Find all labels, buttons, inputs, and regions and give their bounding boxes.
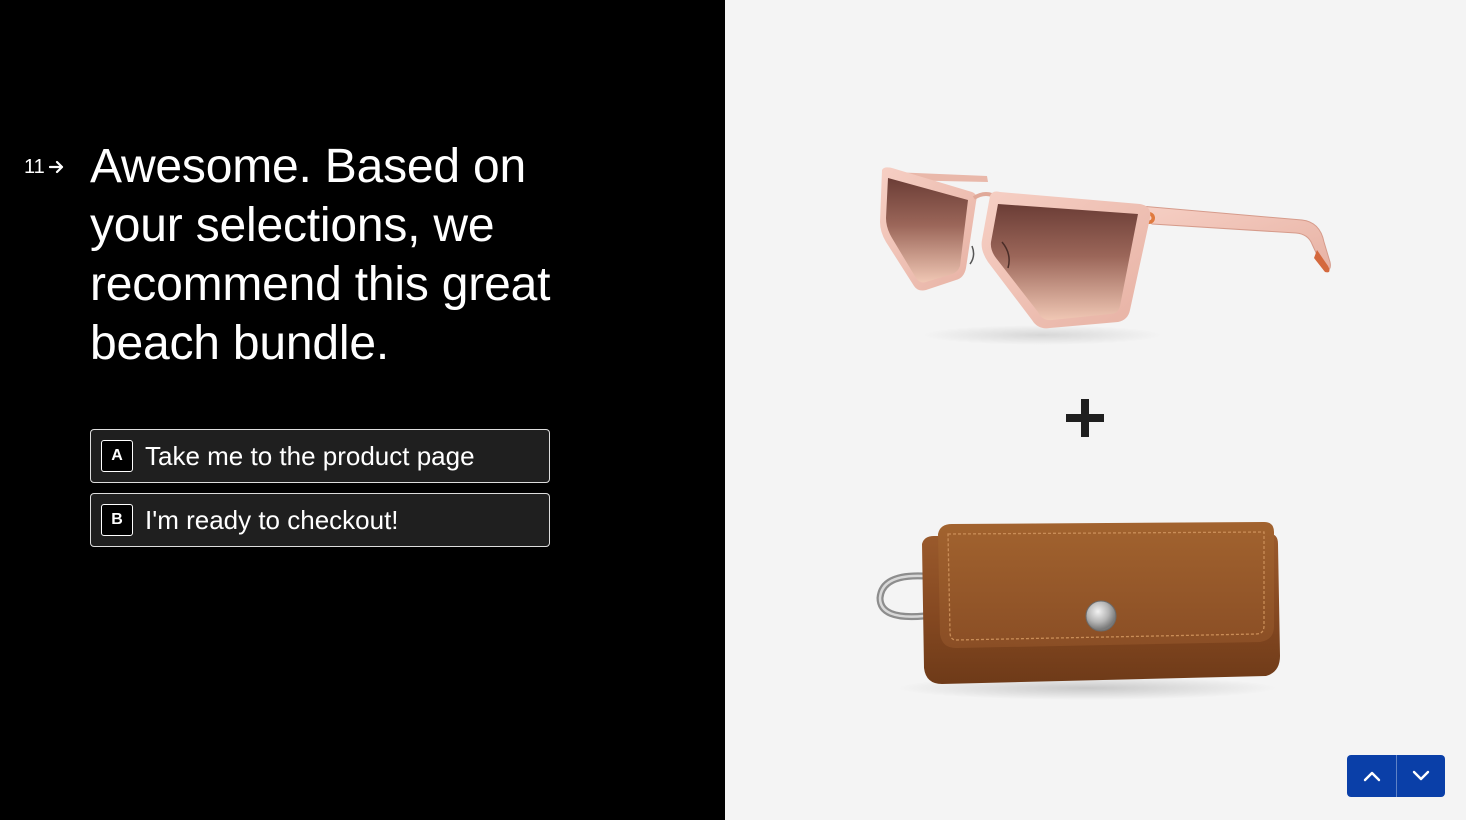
plus-icon [1066,399,1104,437]
leather-case-image [876,522,1280,700]
chevron-up-icon [1363,771,1380,782]
question-navigation [1347,755,1445,797]
next-question-button[interactable] [1396,755,1445,797]
choice-product-page[interactable]: A Take me to the product page [90,429,550,483]
page: 11 Awesome. Based on your selections, we… [0,0,1470,840]
question-number: 11 [24,156,65,178]
sunglasses-image [880,167,1331,345]
question-number-text: 11 [24,156,45,178]
page-bottom-strip [0,820,1470,840]
choice-list: A Take me to the product page B I'm read… [90,429,550,557]
question-panel: 11 Awesome. Based on your selections, we… [0,0,725,820]
question-title: Awesome. Based on your selections, we re… [90,140,551,370]
choice-key-a: A [101,440,133,472]
arrow-right-icon [48,160,63,174]
choice-key-b: B [101,504,133,536]
page-edge [1466,0,1470,820]
choice-label-checkout: I'm ready to checkout! [145,505,399,535]
choice-checkout[interactable]: B I'm ready to checkout! [90,493,550,547]
choice-label-product-page: Take me to the product page [145,441,475,471]
chevron-down-icon [1412,770,1430,781]
previous-question-button[interactable] [1347,755,1396,797]
